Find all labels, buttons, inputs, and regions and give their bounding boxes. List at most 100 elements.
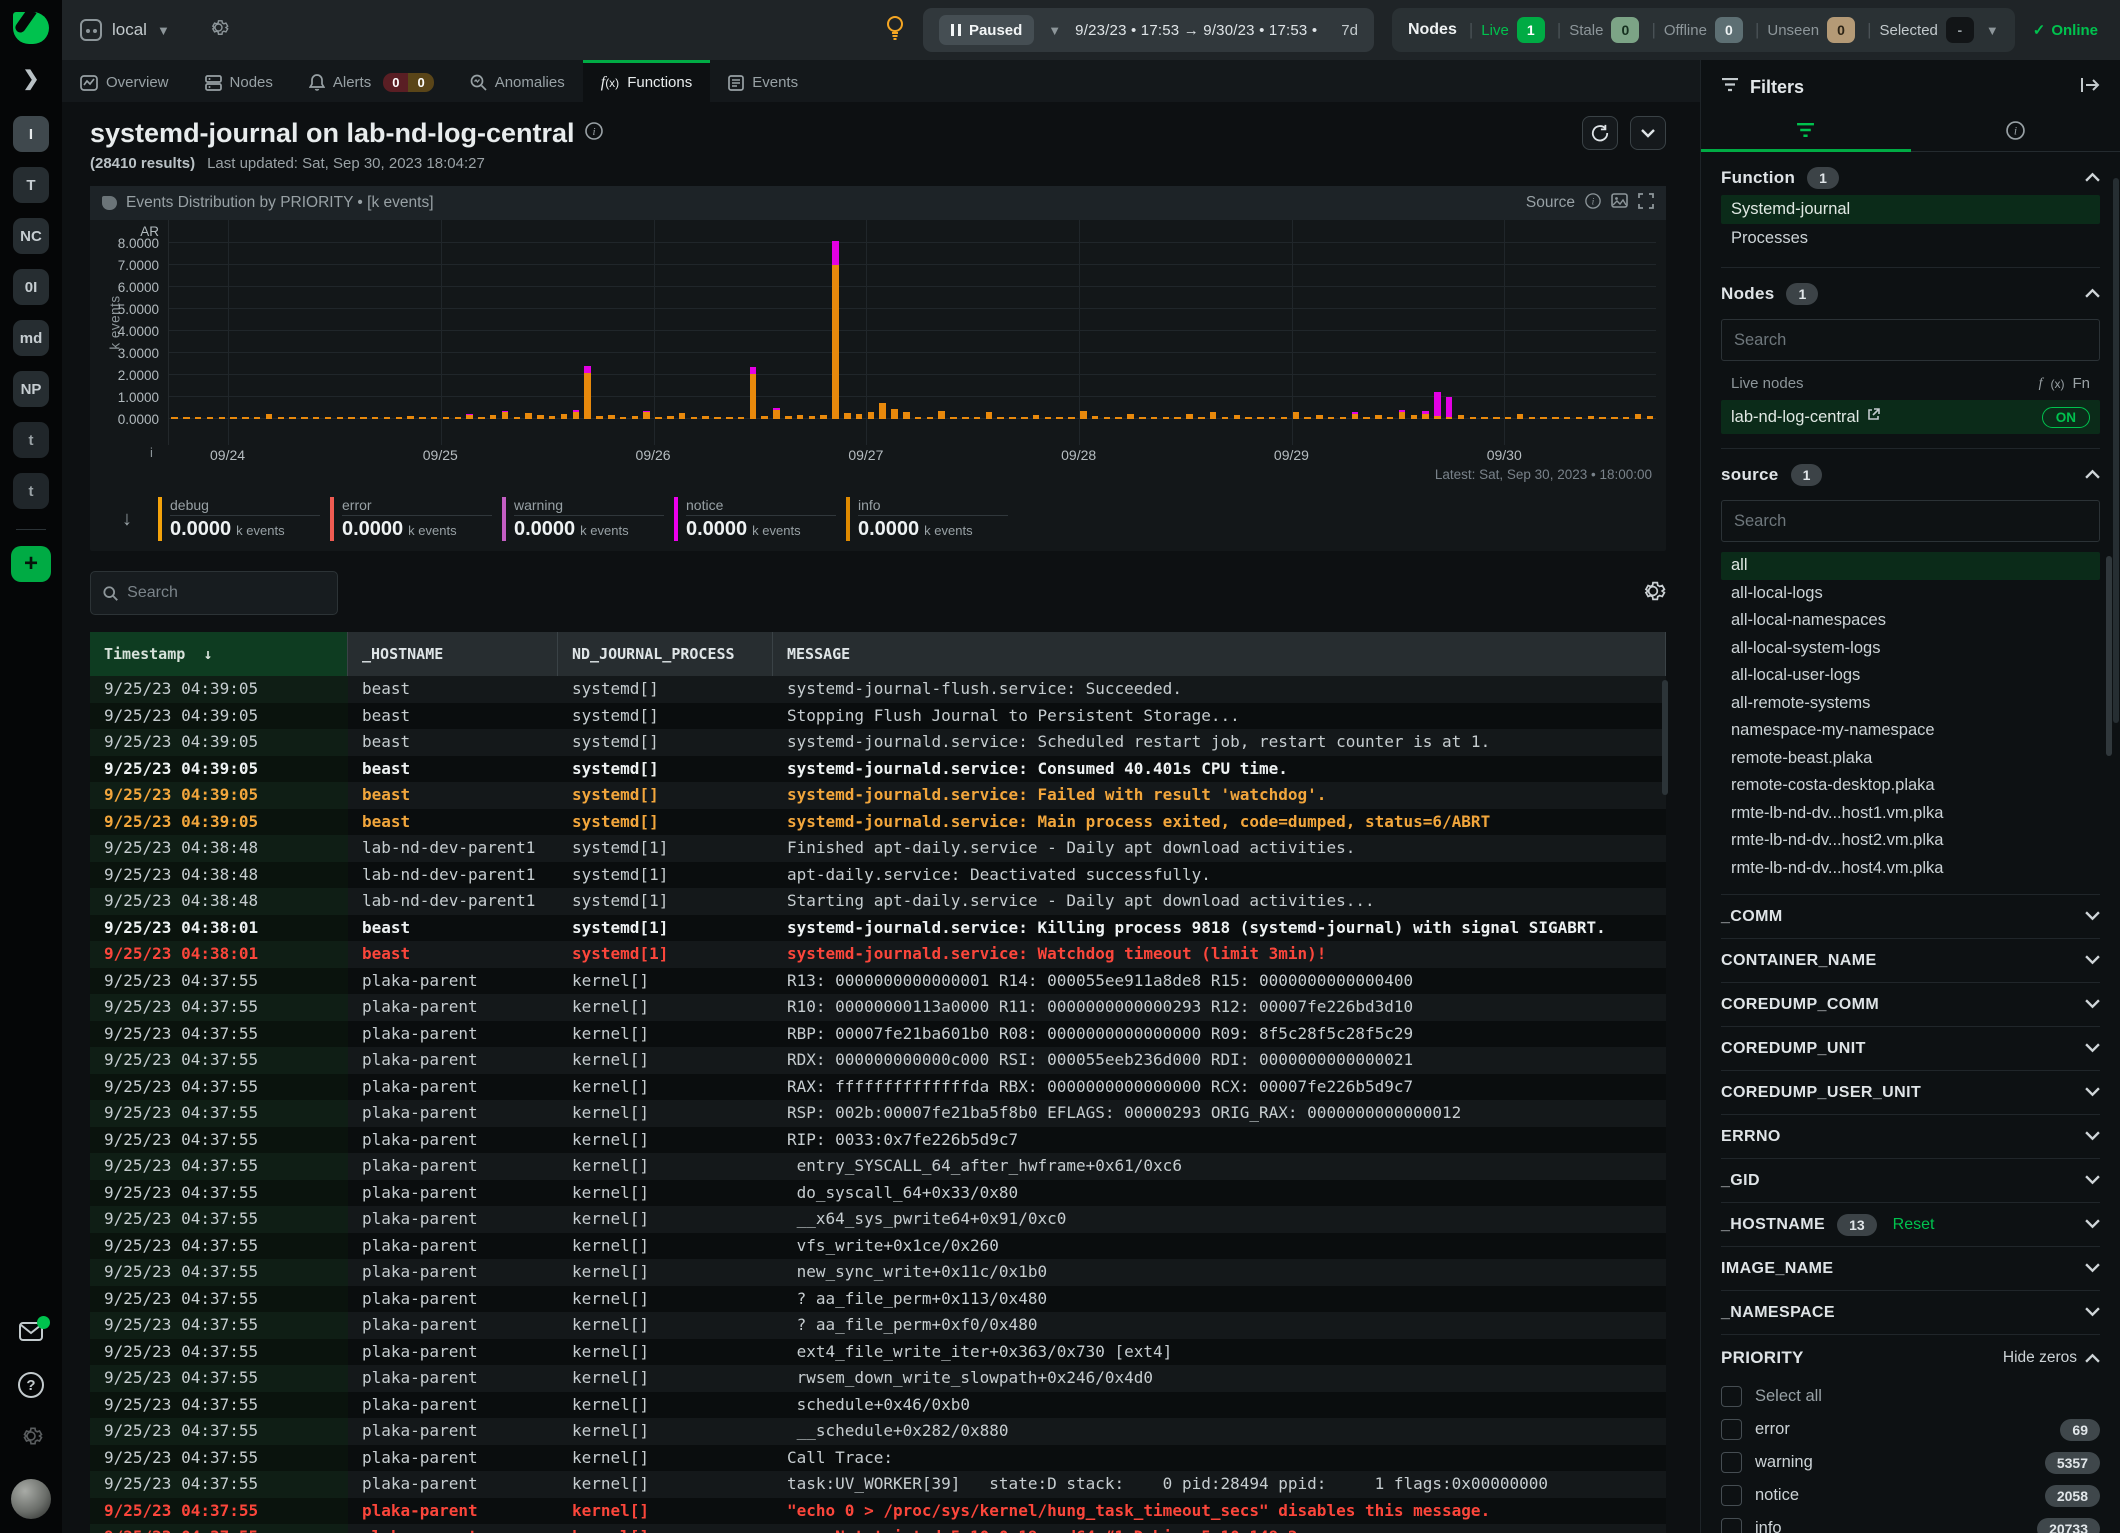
source-item-all-local-namespaces[interactable]: all-local-namespaces (1721, 607, 2100, 635)
chevron-down-icon[interactable] (2085, 908, 2100, 926)
filter-section-_hostname[interactable]: _HOSTNAME 13 Reset (1721, 1202, 2100, 1246)
table-row[interactable]: 9/25/23 04:39:05 beast systemd[] Stopping F… (90, 702, 1666, 729)
table-row[interactable]: 9/25/23 04:38:48 lab-nd-dev-parent1 system… (90, 861, 1666, 888)
netdata-logo-icon[interactable] (13, 12, 49, 44)
node-item-lab-nd-log-central[interactable]: lab-nd-log-central ON (1721, 400, 2100, 434)
space-badge-3[interactable]: NC (13, 218, 49, 254)
paused-button[interactable]: Paused (938, 15, 1035, 45)
priority-option-info[interactable]: info 20733 (1721, 1512, 2100, 1533)
source-info-icon[interactable]: i (1585, 192, 1601, 214)
checkbox[interactable] (1721, 1419, 1742, 1440)
table-row[interactable]: 9/25/23 04:37:55 plaka-parent kernel[] RIP:… (90, 1126, 1666, 1153)
checkbox[interactable] (1721, 1485, 1742, 1506)
checkbox[interactable] (1721, 1518, 1742, 1533)
table-row[interactable]: 9/25/23 04:39:05 beast systemd[] systemd-jo… (90, 729, 1666, 756)
table-row[interactable]: 9/25/23 04:37:55 plaka-parent kernel[] do_… (90, 1179, 1666, 1206)
filters-scrollbar[interactable] (2113, 178, 2119, 723)
source-item-all-local-user-logs[interactable]: all-local-user-logs (1721, 662, 2100, 690)
source-item-all[interactable]: all (1721, 552, 2100, 580)
table-row[interactable]: 9/25/23 04:37:55 plaka-parent kernel[] new… (90, 1259, 1666, 1286)
chevron-down-icon[interactable] (2085, 1304, 2100, 1322)
space-badge-2[interactable]: T (13, 167, 49, 203)
table-row[interactable]: 9/25/23 04:38:01 beast systemd[1] systemd-j… (90, 914, 1666, 941)
source-item-rmte-lb-nd-dv...host1.vm.plka[interactable]: rmte-lb-nd-dv...host1.vm.plka (1721, 800, 2100, 828)
filter-section-coredump_comm[interactable]: COREDUMP_COMM (1721, 982, 2100, 1026)
space-badge-6[interactable]: NP (13, 371, 49, 407)
tab-events[interactable]: Events (710, 60, 816, 102)
table-row[interactable]: 9/25/23 04:37:55 plaka-parent kernel[] ? a… (90, 1312, 1666, 1339)
fullscreen-icon[interactable] (1638, 192, 1654, 214)
source-item-all-local-logs[interactable]: all-local-logs (1721, 580, 2100, 608)
chart-plot[interactable] (168, 220, 1656, 445)
news-bulb-icon[interactable] (885, 15, 905, 46)
table-row[interactable]: 9/25/23 04:38:01 beast systemd[1] systemd-j… (90, 941, 1666, 968)
table-row[interactable]: 9/25/23 04:37:55 plaka-parent kernel[] rws… (90, 1365, 1666, 1392)
space-selector[interactable]: local ▼ (80, 19, 170, 41)
table-row[interactable]: 9/25/23 04:37:55 plaka-parent kernel[] sch… (90, 1391, 1666, 1418)
date-range[interactable]: 9/23/23 • 17:53 → 9/30/23 • 17:53 • (1075, 22, 1317, 39)
refresh-button[interactable] (1582, 116, 1618, 150)
external-link-icon[interactable] (1867, 408, 1881, 426)
source-item-rmte-lb-nd-dv...host4.vm.plka[interactable]: rmte-lb-nd-dv...host4.vm.plka (1721, 855, 2100, 883)
table-row[interactable]: 9/25/23 04:37:55 plaka-parent kernel[] __s… (90, 1418, 1666, 1445)
source-item-namespace-my-namespace[interactable]: namespace-my-namespace (1721, 717, 2100, 745)
table-row[interactable]: 9/25/23 04:37:55 plaka-parent kernel[] __x… (90, 1206, 1666, 1233)
node-count-offline[interactable]: | Offline 0 (1651, 17, 1743, 43)
table-row[interactable]: 9/25/23 04:37:55 plaka-parent kernel[] Call… (90, 1444, 1666, 1471)
table-row[interactable]: 9/25/23 04:39:05 beast systemd[] systemd-jo… (90, 676, 1666, 703)
online-status[interactable]: ✓ Online (2033, 21, 2098, 40)
table-row[interactable]: 9/25/23 04:38:48 lab-nd-dev-parent1 system… (90, 835, 1666, 862)
tab-functions[interactable]: f(x) Functions (582, 60, 711, 102)
source-item-remote-costa-desktop.plaka[interactable]: remote-costa-desktop.plaka (1721, 772, 2100, 800)
tab-info[interactable]: i (1911, 110, 2120, 151)
table-row[interactable]: 9/25/23 04:37:55 plaka-parent kernel[] R13:… (90, 967, 1666, 994)
table-row[interactable]: 9/25/23 04:37:55 plaka-parent kernel[] vfs… (90, 1232, 1666, 1259)
chevron-down-icon[interactable] (2085, 1172, 2100, 1190)
node-toggle-on[interactable]: ON (2041, 406, 2090, 428)
chevron-down-icon[interactable]: ▼ (1986, 23, 1999, 38)
tab-overview[interactable]: Overview (62, 60, 187, 102)
user-avatar[interactable] (11, 1479, 51, 1519)
table-row[interactable]: 9/25/23 04:37:55 plaka-parent kernel[] ent… (90, 1153, 1666, 1180)
filter-section-errno[interactable]: ERRNO (1721, 1114, 2100, 1158)
function-item-processes[interactable]: Processes (1721, 224, 2100, 253)
expand-rail-icon[interactable]: ❯ (23, 66, 40, 91)
filter-section-_gid[interactable]: _GID (1721, 1158, 2100, 1202)
table-row[interactable]: 9/25/23 04:37:55 plaka-parent kernel[] ? a… (90, 1285, 1666, 1312)
chevron-down-icon[interactable] (2085, 1084, 2100, 1102)
filter-section-image_name[interactable]: IMAGE_NAME (1721, 1246, 2100, 1290)
chevron-down-icon[interactable]: ▼ (1048, 23, 1061, 38)
filter-section-_comm[interactable]: _COMM (1721, 894, 2100, 938)
nodes-search-input[interactable] (1721, 319, 2100, 361)
download-arrow-icon[interactable]: ↓ (106, 508, 148, 531)
space-badge-7[interactable]: t (13, 422, 49, 458)
tab-filters[interactable] (1701, 110, 1911, 151)
filter-section-_namespace[interactable]: _NAMESPACE (1721, 1290, 2100, 1334)
source-search-input[interactable] (1721, 500, 2100, 542)
legend-item-warning[interactable]: warning 0.0000 k events (502, 497, 664, 541)
tab-alerts[interactable]: Alerts 0 0 (291, 60, 452, 102)
hide-zeros-toggle[interactable]: Hide zeros (2003, 1349, 2100, 1367)
legend-item-error[interactable]: error 0.0000 k events (330, 497, 492, 541)
priority-option-notice[interactable]: notice 2058 (1721, 1479, 2100, 1512)
node-count-stale[interactable]: | Stale 0 (1557, 17, 1640, 43)
collapse-header-button[interactable] (1630, 116, 1666, 150)
table-search[interactable] (90, 571, 338, 615)
search-input[interactable] (127, 584, 325, 602)
reset-link[interactable]: Reset (1893, 1216, 1935, 1234)
priority-select-all[interactable]: Select all (1721, 1380, 2100, 1413)
time-picker[interactable]: Paused ▼ 9/23/23 • 17:53 → 9/30/23 • 17:… (922, 8, 1374, 52)
priority-option-warning[interactable]: warning 5357 (1721, 1446, 2100, 1479)
legend-item-debug[interactable]: debug 0.0000 k events (158, 497, 320, 541)
table-row[interactable]: 9/25/23 04:39:05 beast systemd[] systemd-jo… (90, 755, 1666, 782)
settings-icon[interactable] (19, 1424, 43, 1453)
source-item-all-local-system-logs[interactable]: all-local-system-logs (1721, 635, 2100, 663)
table-row[interactable]: 9/25/23 04:37:55 plaka-parent kernel[] ext… (90, 1338, 1666, 1365)
table-row[interactable]: 9/25/23 04:37:55 plaka-parent kernel[] RDX:… (90, 1047, 1666, 1074)
table-row[interactable]: 9/25/23 04:37:55 plaka-parent kernel[] RAX:… (90, 1073, 1666, 1100)
priority-option-error[interactable]: error 69 (1721, 1413, 2100, 1446)
filter-section-container_name[interactable]: CONTAINER_NAME (1721, 938, 2100, 982)
chevron-up-icon[interactable] (2085, 285, 2100, 303)
legend-item-info[interactable]: info 0.0000 k events (846, 497, 1008, 541)
chevron-down-icon[interactable] (2085, 1040, 2100, 1058)
